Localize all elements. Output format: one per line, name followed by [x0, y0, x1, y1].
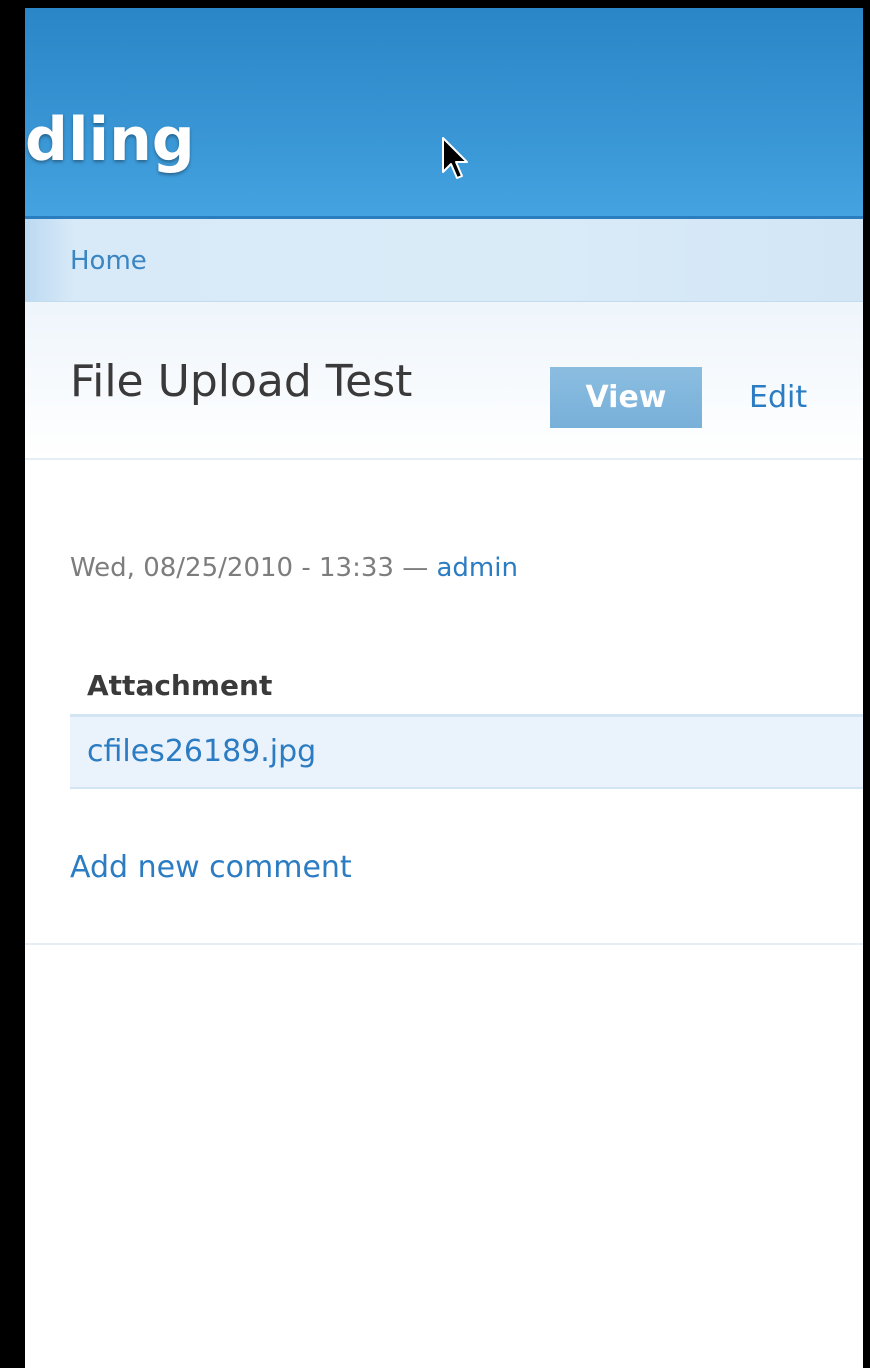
breadcrumb: Home: [25, 219, 863, 302]
submitted-date: Wed, 08/25/2010 - 13:33: [70, 553, 394, 583]
tab-view[interactable]: View: [550, 367, 702, 428]
attachments-table: Attachment cfiles26189.jpg: [70, 658, 863, 789]
attachments-header: Attachment: [70, 658, 863, 717]
mouse-pointer-icon: [442, 137, 468, 179]
submitted-meta: Wed, 08/25/2010 - 13:33 — admin: [70, 551, 518, 585]
breadcrumb-home-link[interactable]: Home: [70, 245, 147, 277]
add-comment-link[interactable]: Add new comment: [70, 848, 352, 888]
screen: dling Home File Upload Test View Edit We…: [0, 0, 870, 1368]
attachment-file-link[interactable]: cfiles26189.jpg: [87, 734, 316, 769]
content-divider: [25, 943, 863, 945]
browser-viewport: dling Home File Upload Test View Edit We…: [25, 8, 863, 1368]
tab-edit[interactable]: Edit: [749, 367, 807, 428]
author-link[interactable]: admin: [436, 553, 517, 583]
site-header: dling: [25, 8, 863, 219]
attachment-row: cfiles26189.jpg: [70, 717, 863, 789]
title-area: File Upload Test View Edit: [25, 302, 863, 460]
site-name[interactable]: dling: [25, 100, 195, 180]
meta-separator: —: [402, 553, 429, 583]
page-title: File Upload Test: [70, 356, 413, 407]
